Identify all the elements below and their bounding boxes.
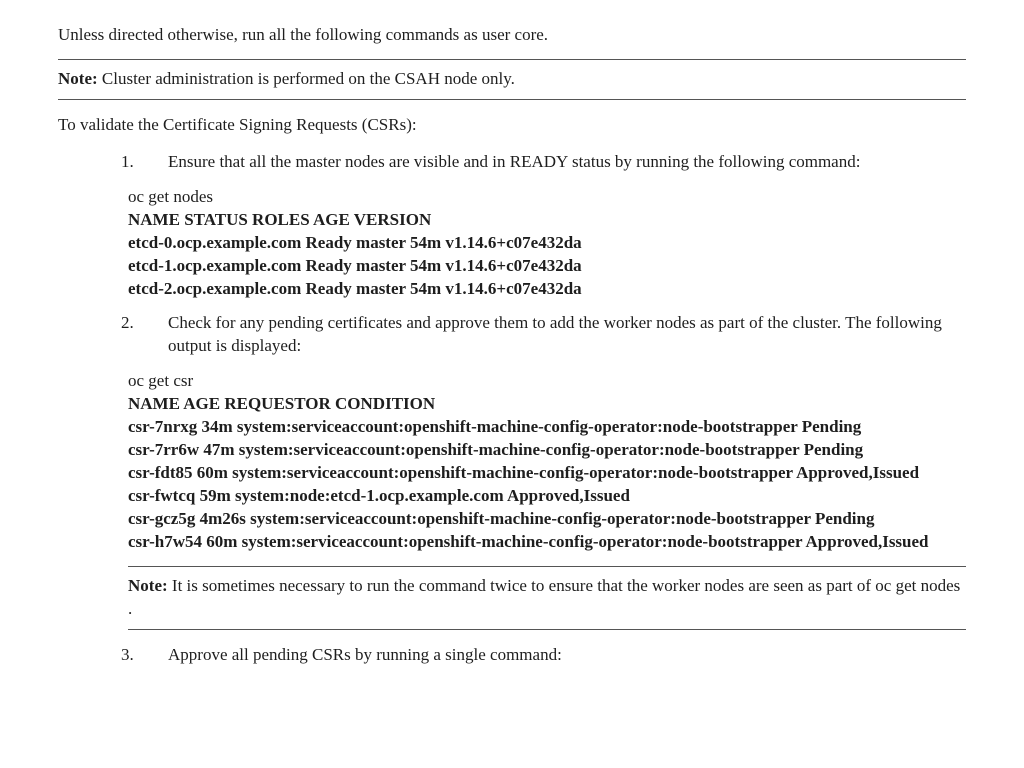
step-2-out-row-5: csr-h7w54 60m system:serviceaccount:open… [128, 531, 966, 554]
step-3-text: Approve all pending CSRs by running a si… [168, 644, 966, 667]
step-2-out-row-1: csr-7rr6w 47m system:serviceaccount:open… [128, 439, 966, 462]
section-intro: To validate the Certificate Signing Requ… [58, 114, 966, 137]
step-2: Check for any pending certificates and a… [138, 312, 966, 629]
step-2-text: Check for any pending certificates and a… [168, 312, 966, 358]
step-2-note-text: It is sometimes necessary to run the com… [128, 576, 960, 618]
step-1-out-row-1: etcd-1.ocp.example.com Ready master 54m … [128, 255, 966, 278]
step-2-note-label: Note: [128, 576, 168, 595]
step-1-out-header: NAME STATUS ROLES AGE VERSION [128, 209, 966, 232]
step-2-out-header: NAME AGE REQUESTOR CONDITION [128, 393, 966, 416]
step-1-out-row-0: etcd-0.ocp.example.com Ready master 54m … [128, 232, 966, 255]
note-label: Note: [58, 69, 98, 88]
step-2-note: Note: It is sometimes necessary to run t… [128, 566, 966, 630]
step-2-out-row-3: csr-fwtcq 59m system:node:etcd-1.ocp.exa… [128, 485, 966, 508]
step-2-out-row-4: csr-gcz5g 4m26s system:serviceaccount:op… [128, 508, 966, 531]
steps-list: Ensure that all the master nodes are vis… [58, 151, 966, 667]
step-1-cmd: oc get nodes [128, 186, 966, 209]
step-1-text: Ensure that all the master nodes are vis… [168, 151, 966, 174]
step-3: Approve all pending CSRs by running a si… [138, 644, 966, 667]
intro-text: Unless directed otherwise, run all the f… [58, 24, 966, 47]
note-text: Cluster administration is performed on t… [98, 69, 515, 88]
step-2-output: oc get csr NAME AGE REQUESTOR CONDITION … [128, 370, 966, 554]
step-2-cmd: oc get csr [128, 370, 966, 393]
step-1: Ensure that all the master nodes are vis… [138, 151, 966, 301]
note-cluster-admin: Note: Cluster administration is performe… [58, 59, 966, 100]
step-1-output: oc get nodes NAME STATUS ROLES AGE VERSI… [128, 186, 966, 301]
step-1-out-row-2: etcd-2.ocp.example.com Ready master 54m … [128, 278, 966, 301]
step-2-out-row-0: csr-7nrxg 34m system:serviceaccount:open… [128, 416, 966, 439]
step-2-out-row-2: csr-fdt85 60m system:serviceaccount:open… [128, 462, 966, 485]
